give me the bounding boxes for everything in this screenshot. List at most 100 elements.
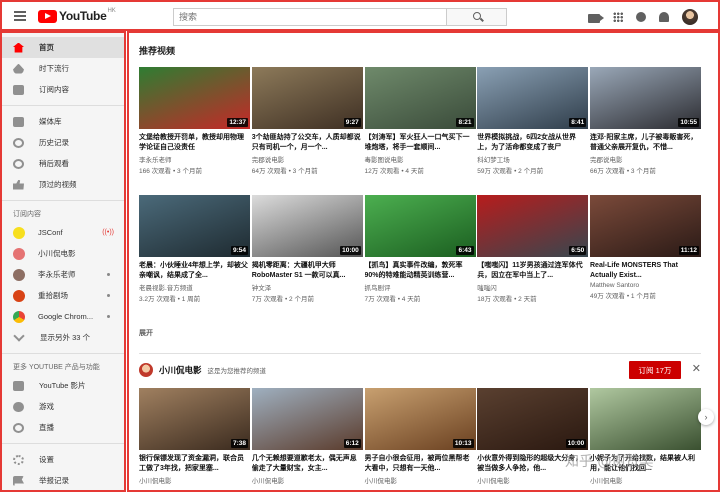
video-channel[interactable]: 小川侃电影 bbox=[477, 475, 588, 485]
sidebar-item-channel[interactable]: Google Chrom... bbox=[2, 306, 124, 327]
sidebar-item-liked[interactable]: 顶过的视频 bbox=[2, 174, 124, 195]
video-title[interactable]: 3个劫匪劫持了公交车，人质却都说只有司机一个，月一个... bbox=[252, 133, 363, 152]
video-card[interactable]: 10:13 男子自小很会征用，被两位黑帮老大看中，只想有一天他... 小川侃电影 bbox=[364, 388, 476, 485]
sidebar-item-channel[interactable]: 重拾剧场 bbox=[2, 285, 124, 306]
video-thumbnail[interactable]: 7:38 bbox=[139, 388, 250, 450]
video-title[interactable]: 揭机零距离：大疆机甲大师RoboMaster S1 一款可以真... bbox=[252, 261, 363, 280]
new-content-dot bbox=[107, 294, 110, 297]
new-content-dot bbox=[107, 315, 110, 318]
search-input[interactable] bbox=[174, 9, 446, 25]
video-card[interactable]: 6:12 几个无赖想要道歉老太，偶无声息偷走了大量财宝，女主... 小川侃电影 bbox=[251, 388, 363, 485]
sidebar-item-channel[interactable]: 李永乐老师 bbox=[2, 264, 124, 285]
video-thumbnail[interactable]: 12:37 bbox=[139, 67, 250, 129]
video-channel[interactable]: Matthew Santoro bbox=[590, 282, 701, 289]
video-title[interactable]: 【抓鸟】真实事件改编，敦死率90%的特难能动精英训练营... bbox=[365, 261, 476, 280]
sidebar-item-movies[interactable]: YouTube 影片 bbox=[2, 375, 124, 396]
notifications-icon[interactable] bbox=[659, 12, 669, 22]
close-icon[interactable]: ✕ bbox=[692, 362, 701, 375]
video-card[interactable]: 8:41 世界模拟挑战，6四2女战从世界上，为了活命都变成了丧尸 科幻梦工场 59万 … bbox=[477, 67, 589, 175]
apps-icon[interactable] bbox=[613, 12, 623, 22]
video-channel[interactable]: 完郡说电影 bbox=[590, 154, 701, 164]
avatar[interactable] bbox=[682, 9, 698, 25]
video-channel[interactable]: 嗤嗤闪 bbox=[477, 282, 588, 292]
video-channel[interactable]: 完郡说电影 bbox=[252, 154, 363, 164]
video-card[interactable]: 10:55 连邓·阳家主席，儿子被毒贩害死，普通父亲展开复仇，不惜... 完郡说电影… bbox=[590, 67, 701, 175]
search-button[interactable] bbox=[446, 9, 506, 25]
expand-button[interactable]: 展开 bbox=[139, 328, 153, 338]
sidebar-item-watch-later[interactable]: 稍后观看 bbox=[2, 153, 124, 174]
video-title[interactable]: 文堡给教授开罚单，教授却用物理学论证自己没责任 bbox=[139, 133, 250, 152]
sidebar-item-history[interactable]: 历史记录 bbox=[2, 132, 124, 153]
video-title[interactable]: 世界模拟挑战，6四2女战从世界上，为了活命都变成了丧尸 bbox=[477, 133, 588, 152]
menu-icon[interactable] bbox=[14, 11, 26, 21]
video-duration: 11:12 bbox=[678, 246, 699, 255]
video-channel[interactable]: 小川侃电影 bbox=[590, 475, 701, 485]
video-title[interactable]: 【嗤嗤闪】11岁男孩通过连军体代兵，因立在军中当上了... bbox=[477, 261, 588, 280]
video-thumbnail[interactable]: 6:12 bbox=[251, 388, 363, 450]
video-thumbnail[interactable] bbox=[590, 388, 701, 450]
video-thumbnail[interactable]: 9:54 bbox=[139, 195, 250, 257]
sidebar-item-report[interactable]: 举报记录 bbox=[2, 470, 124, 490]
divider bbox=[2, 443, 124, 444]
video-card[interactable]: 6:50 【嗤嗤闪】11岁男孩通过连军体代兵，因立在军中当上了... 嗤嗤闪 18万 … bbox=[477, 195, 589, 303]
sidebar-item-settings[interactable]: 设置 bbox=[2, 449, 124, 470]
video-title[interactable]: 老晨：小伙睡业4年想上学，却被父亲嘲讽，结果成了全... bbox=[139, 261, 250, 280]
sidebar-item-label: 举报记录 bbox=[39, 476, 69, 485]
video-duration: 9:54 bbox=[230, 246, 248, 255]
video-card[interactable]: 10:00 揭机零距离：大疆机甲大师RoboMaster S1 一款可以真... 钟… bbox=[251, 195, 363, 303]
video-card[interactable]: 9:54 老晨：小伙睡业4年想上学，却被父亲嘲讽，结果成了全... 老晨视影.音方频… bbox=[139, 195, 250, 303]
sidebar-item-label: 设置 bbox=[39, 455, 54, 464]
video-card[interactable]: 9:27 3个劫匪劫持了公交车，人质却都说只有司机一个，月一个... 完郡说电影 64… bbox=[251, 67, 363, 175]
video-title[interactable]: 【刘涛军】军火狂人一口气买下一堆炮塔，将手一套顺间... bbox=[365, 133, 476, 152]
sidebar-item-home[interactable]: 首页 bbox=[2, 37, 124, 58]
video-thumbnail[interactable]: 10:13 bbox=[364, 388, 476, 450]
sidebar-item-jsconf[interactable]: JSConf ((•)) bbox=[2, 222, 124, 243]
divider bbox=[2, 353, 124, 354]
video-channel[interactable]: 李永乐老师 bbox=[139, 154, 250, 164]
video-channel[interactable]: 钟文泽 bbox=[252, 282, 363, 292]
video-title[interactable]: Real-Life MONSTERS That Actually Exist..… bbox=[590, 261, 701, 280]
video-channel[interactable]: 小川侃电影 bbox=[252, 475, 363, 485]
video-channel[interactable]: 科幻梦工场 bbox=[477, 154, 588, 164]
video-thumbnail[interactable]: 6:50 bbox=[477, 195, 589, 257]
video-card[interactable]: 6:43 【抓鸟】真实事件改编，敦死率90%的特难能动精英训练营... 抓鸟剧评 7万… bbox=[364, 195, 476, 303]
video-thumbnail[interactable]: 10:00 bbox=[477, 388, 589, 450]
watermark: 知乎 @谢赞昊 bbox=[565, 454, 654, 470]
video-card[interactable]: 8:21 【刘涛军】军火狂人一口气买下一堆炮塔，将手一套顺间... 毒影图说电影 12… bbox=[364, 67, 476, 175]
channel-name[interactable]: 小川侃电影 bbox=[159, 364, 202, 376]
video-thumbnail[interactable]: 10:55 bbox=[590, 67, 701, 129]
video-channel[interactable]: 小川侃电影 bbox=[139, 475, 250, 485]
show-more-button[interactable]: 显示另外 33 个 bbox=[2, 327, 124, 348]
sidebar-item-library[interactable]: 媒体库 bbox=[2, 111, 124, 132]
video-title[interactable]: 银行保镖发现了资金漏洞，联合员工做了3年找，把家里塞... bbox=[139, 454, 250, 473]
video-card[interactable]: 11:12 Real-Life MONSTERS That Actually Ex… bbox=[590, 195, 701, 303]
messages-icon[interactable] bbox=[636, 12, 646, 22]
create-video-icon[interactable] bbox=[588, 13, 604, 23]
subscribe-button[interactable]: 订阅 17万 bbox=[629, 361, 681, 379]
video-channel[interactable]: 小川侃电影 bbox=[365, 475, 476, 485]
video-thumbnail[interactable]: 8:41 bbox=[477, 67, 589, 129]
video-channel[interactable]: 老晨视影.音方频道 bbox=[139, 282, 250, 292]
video-channel[interactable]: 毒影图说电影 bbox=[365, 154, 476, 164]
sidebar-item-subscriptions[interactable]: 订阅内容 bbox=[2, 79, 124, 100]
sidebar-item-trending[interactable]: 时下流行 bbox=[2, 58, 124, 79]
video-channel[interactable]: 抓鸟剧评 bbox=[365, 282, 476, 292]
channel-subtitle: 这是为您推荐的频道 bbox=[207, 368, 267, 375]
sidebar-item-channel[interactable]: 小川侃电影 bbox=[2, 243, 124, 264]
video-thumbnail[interactable]: 8:21 bbox=[364, 67, 476, 129]
video-card[interactable]: 12:37 文堡给教授开罚单，教授却用物理学论证自己没责任 李永乐老师 166 次观看… bbox=[139, 67, 250, 175]
video-thumbnail[interactable]: 9:27 bbox=[251, 67, 363, 129]
sidebar-item-gaming[interactable]: 游戏 bbox=[2, 396, 124, 417]
youtube-logo[interactable]: YouTube HK bbox=[38, 8, 116, 23]
video-title[interactable]: 连邓·阳家主席，儿子被毒贩害死，普通父亲展开复仇，不惜... bbox=[590, 133, 701, 152]
video-card[interactable]: 7:38 银行保镖发现了资金漏洞，联合员工做了3年找，把家里塞... 小川侃电影 bbox=[139, 388, 250, 485]
video-thumbnail[interactable]: 6:43 bbox=[364, 195, 476, 257]
video-thumbnail[interactable]: 11:12 bbox=[590, 195, 701, 257]
video-duration: 10:55 bbox=[678, 118, 699, 127]
next-arrow-icon[interactable]: › bbox=[698, 409, 714, 425]
video-thumbnail[interactable]: 10:00 bbox=[251, 195, 363, 257]
video-title[interactable]: 几个无赖想要道歉老太，偶无声息偷走了大量财宝，女主... bbox=[252, 454, 363, 473]
sidebar-item-live[interactable]: 直播 bbox=[2, 417, 124, 438]
channel-avatar[interactable] bbox=[139, 363, 153, 377]
video-title[interactable]: 男子自小很会征用，被两位黑帮老大看中，只想有一天他... bbox=[365, 454, 476, 473]
